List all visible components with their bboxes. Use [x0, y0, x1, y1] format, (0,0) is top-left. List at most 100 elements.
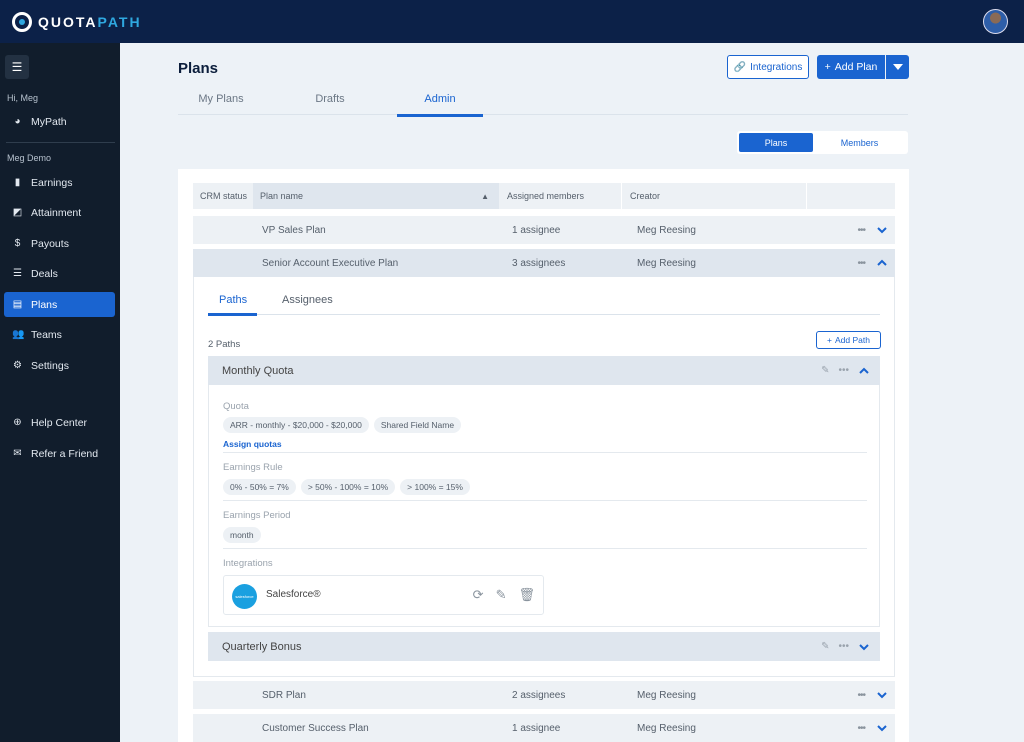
- quota-chip: Shared Field Name: [373, 417, 462, 433]
- chevron-up-icon[interactable]: [876, 257, 888, 269]
- more-options-icon[interactable]: •••: [857, 681, 865, 709]
- sidebar-item-attainment[interactable]: ◩ Attainment: [4, 200, 115, 225]
- sidebar-item-deals[interactable]: ☰ Deals: [4, 261, 115, 286]
- toggle-plans[interactable]: Plans: [739, 133, 813, 152]
- tab-assignees[interactable]: Assignees: [282, 294, 333, 306]
- plan-tabs: My Plans Drafts Admin: [178, 88, 908, 117]
- trash-icon[interactable]: 🗑: [518, 587, 535, 603]
- plan-name: SDR Plan: [262, 689, 306, 701]
- toggle-members[interactable]: Members: [813, 133, 906, 152]
- plus-icon: +: [827, 335, 832, 345]
- chevron-down-icon[interactable]: [876, 689, 888, 701]
- more-options-icon[interactable]: •••: [857, 216, 865, 244]
- document-icon: ▤: [12, 299, 23, 310]
- creator: Meg Reesing: [637, 689, 696, 701]
- integrations-label: Integrations: [750, 61, 803, 73]
- chevron-down-icon[interactable]: [876, 722, 888, 734]
- sidebar-divider: [6, 142, 115, 143]
- add-plan-button[interactable]: + Add Plan: [817, 55, 885, 79]
- tab-my-plans[interactable]: My Plans: [178, 93, 264, 105]
- chevron-up-icon[interactable]: [858, 365, 870, 377]
- dollar-icon: $: [14, 238, 21, 249]
- sidebar: ☰ Hi, Meg ◕ MyPath Meg Demo ▮ Earnings ◩ At…: [0, 43, 120, 742]
- integration-name: Salesforce®: [266, 589, 321, 600]
- sidebar-item-plans[interactable]: ▤ Plans: [4, 292, 115, 317]
- table-row[interactable]: Customer Success Plan 1 assignee Meg Ree…: [193, 714, 895, 742]
- table-row[interactable]: VP Sales Plan 1 assignee Meg Reesing •••: [193, 216, 895, 244]
- plan-name: VP Sales Plan: [262, 224, 326, 236]
- earnings-period-label: Earnings Period: [223, 510, 291, 521]
- pencil-icon[interactable]: ✎: [821, 365, 829, 376]
- sidebar-item-help-center[interactable]: ⊕ Help Center: [4, 410, 115, 435]
- add-plan-dropdown-button[interactable]: [886, 55, 909, 79]
- plans-table-card: CRM status Plan name ▲ Assigned members C…: [178, 169, 909, 742]
- earnings-rule-chip: 0% - 50% = 7%: [223, 479, 296, 495]
- section-divider: [223, 452, 867, 453]
- col-assigned-members[interactable]: Assigned members: [500, 183, 622, 209]
- pencil-icon[interactable]: ✎: [496, 587, 507, 603]
- user-avatar[interactable]: [983, 9, 1008, 34]
- col-crm-status[interactable]: CRM status: [193, 183, 253, 209]
- more-options-icon[interactable]: •••: [857, 249, 865, 277]
- add-plan-label: Add Plan: [834, 61, 878, 73]
- org-label: Meg Demo: [7, 153, 52, 163]
- col-plan-name-label: Plan name: [260, 191, 304, 201]
- assigned-members: 3 assignees: [512, 257, 566, 269]
- path-body-monthly-quota: Quota ARR - monthly - $20,000 - $20,000 …: [208, 385, 880, 627]
- sidebar-item-teams[interactable]: 👥 Teams: [4, 322, 115, 347]
- sidebar-item-label: MyPath: [31, 115, 67, 128]
- path-header-quarterly-bonus[interactable]: Quarterly Bonus ✎ •••: [208, 632, 880, 661]
- sidebar-item-refer-friend[interactable]: ✉ Refer a Friend: [4, 441, 115, 466]
- integration-card-salesforce: salesforce Salesforce® ⟳ ✎ 🗑: [223, 575, 544, 615]
- tab-paths[interactable]: Paths: [219, 294, 247, 306]
- integrations-button[interactable]: 🔗 Integrations: [727, 55, 809, 79]
- path-header-monthly-quota[interactable]: Monthly Quota ✎ •••: [208, 356, 880, 385]
- col-plan-name[interactable]: Plan name ▲: [253, 183, 499, 209]
- sidebar-item-earnings[interactable]: ▮ Earnings: [4, 170, 115, 195]
- sidebar-item-payouts[interactable]: $ Payouts: [4, 231, 115, 256]
- assigned-members: 2 assignees: [512, 689, 566, 701]
- sidebar-item-settings[interactable]: ⚙ Settings: [4, 353, 115, 378]
- quota-label: Quota: [223, 401, 249, 412]
- section-divider: [223, 500, 867, 501]
- greeting-label: Hi, Meg: [7, 93, 39, 103]
- tab-drafts[interactable]: Drafts: [287, 93, 373, 105]
- tab-admin[interactable]: Admin: [397, 93, 483, 117]
- table-row[interactable]: SDR Plan 2 assignees Meg Reesing •••: [193, 681, 895, 709]
- more-options-icon[interactable]: •••: [838, 641, 849, 652]
- chevron-down-icon[interactable]: [876, 224, 888, 236]
- quota-chip: ARR - monthly - $20,000 - $20,000: [223, 417, 369, 433]
- sidebar-item-label: Deals: [31, 267, 58, 280]
- view-toggle: Plans Members: [737, 131, 908, 154]
- earnings-period-chips: month: [223, 527, 261, 543]
- more-options-icon[interactable]: •••: [838, 365, 849, 376]
- menu-collapse-icon: ☰: [11, 60, 23, 74]
- sidebar-item-label: Help Center: [31, 416, 88, 429]
- col-creator[interactable]: Creator: [623, 183, 807, 209]
- top-bar: QUOTAPATH: [0, 0, 1024, 43]
- salesforce-logo: salesforce: [232, 584, 257, 609]
- sync-icon[interactable]: ⟳: [473, 587, 484, 603]
- add-path-button[interactable]: + Add Path: [816, 331, 881, 349]
- assign-quotas-link[interactable]: Assign quotas: [223, 439, 282, 449]
- table-row[interactable]: Senior Account Executive Plan 3 assignee…: [193, 249, 895, 277]
- chevron-down-icon[interactable]: [858, 641, 870, 653]
- sort-asc-icon: ▲: [481, 191, 489, 201]
- tabs-divider: [208, 314, 880, 315]
- menu-toggle-button[interactable]: ☰: [5, 55, 29, 79]
- quotapath-logo[interactable]: QUOTAPATH: [12, 11, 142, 32]
- gear-icon: ⚙: [13, 360, 22, 371]
- earnings-rule-label: Earnings Rule: [223, 462, 283, 473]
- pencil-icon[interactable]: ✎: [821, 641, 829, 652]
- quota-chips: ARR - monthly - $20,000 - $20,000 Shared…: [223, 417, 462, 433]
- integrations-label: Integrations: [223, 558, 273, 569]
- plus-icon: +: [824, 61, 831, 73]
- sidebar-item-mypath[interactable]: ◕ MyPath: [4, 109, 115, 134]
- earnings-rule-chips: 0% - 50% = 7% > 50% - 100% = 10% > 100% …: [223, 479, 470, 495]
- sidebar-item-label: Plans: [31, 298, 58, 311]
- more-options-icon[interactable]: •••: [857, 714, 865, 742]
- sidebar-item-label: Refer a Friend: [31, 447, 99, 460]
- plan-name: Senior Account Executive Plan: [262, 257, 399, 269]
- sidebar-item-label: Earnings: [31, 176, 73, 189]
- path-name: Monthly Quota: [222, 364, 294, 377]
